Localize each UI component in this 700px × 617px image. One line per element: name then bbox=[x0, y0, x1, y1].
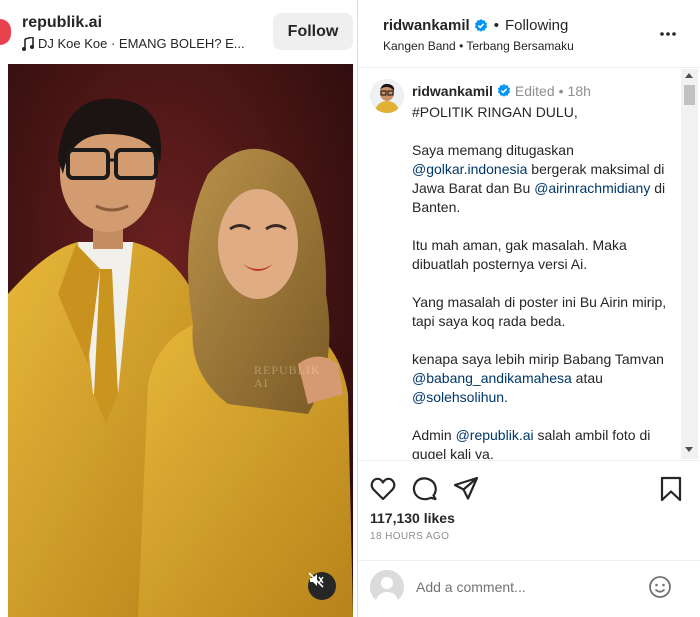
media-username[interactable]: republik.ai bbox=[22, 14, 102, 32]
mention-golkar[interactable]: @golkar.indonesia bbox=[412, 161, 527, 177]
music-title: DJ Koe Koe · EMANG BOLEH? E... bbox=[38, 36, 245, 51]
bookmark-icon[interactable] bbox=[658, 476, 684, 502]
scroll-up-arrow[interactable] bbox=[685, 73, 693, 78]
caption-text-span: Admin bbox=[412, 427, 452, 443]
audio-subtitle[interactable]: Kangen Band • Terbang Bersamaku bbox=[383, 39, 574, 53]
caption-text-span: Saya memang ditugaskan bbox=[412, 142, 574, 158]
post-media-panel: republik.ai DJ Koe Koe · EMANG BOLEH? E.… bbox=[0, 0, 357, 617]
verified-icon bbox=[474, 18, 487, 32]
post-image[interactable]: REPUBLIK AI bbox=[8, 64, 353, 617]
caption-para-2: Saya memang ditugaskan @golkar.indonesia… bbox=[412, 141, 682, 217]
comment-input[interactable] bbox=[416, 576, 636, 598]
author-avatar-image bbox=[370, 79, 404, 113]
caption-para-3: Itu mah aman, gak masalah. Maka dibuatla… bbox=[412, 237, 627, 272]
caption-scrollbar[interactable] bbox=[681, 69, 698, 459]
likes-count[interactable]: 117,130 likes bbox=[370, 510, 455, 526]
following-button[interactable]: Following bbox=[505, 17, 568, 34]
caption-text-span: . bbox=[504, 389, 508, 405]
music-note-icon bbox=[22, 36, 34, 51]
caption-time[interactable]: 18h bbox=[568, 83, 591, 99]
watermark-line-2: AI bbox=[254, 376, 269, 390]
republik-avatar[interactable] bbox=[0, 19, 11, 45]
edited-label: Edited bbox=[514, 83, 555, 99]
caption-username[interactable]: ridwankamil bbox=[412, 83, 493, 99]
mention-republik[interactable]: @republik.ai bbox=[456, 427, 534, 443]
caption-para-5: kenapa saya lebih mirip Babang Tamvan @b… bbox=[412, 350, 682, 407]
caption-para-4: Yang masalah di poster ini Bu Airin miri… bbox=[412, 294, 667, 329]
scroll-thumb[interactable] bbox=[684, 85, 695, 105]
caption-text-span: atau bbox=[575, 370, 603, 386]
caption-para-6: Admin @republik.ai salah ambil foto di g… bbox=[412, 426, 682, 459]
caption-text: #POLITIK RINGAN DULU, Saya memang dituga… bbox=[412, 103, 682, 459]
mention-airin[interactable]: @airinrachmidiany bbox=[534, 180, 650, 196]
media-header: republik.ai DJ Koe Koe · EMANG BOLEH? E.… bbox=[0, 0, 357, 64]
post-time-ago[interactable]: 18 HOURS AGO bbox=[370, 531, 449, 542]
author-username[interactable]: ridwankamil bbox=[383, 17, 470, 34]
header-dot: • bbox=[493, 17, 499, 34]
caption-text-span: kenapa saya lebih mirip Babang Tamvan bbox=[412, 351, 664, 367]
follow-button[interactable]: Follow bbox=[273, 13, 353, 50]
scroll-down-arrow[interactable] bbox=[685, 447, 693, 452]
post-author-header: ridwankamil • Following Kangen Band • Te… bbox=[358, 0, 700, 68]
heart-icon[interactable] bbox=[370, 476, 396, 502]
emoji-icon[interactable] bbox=[648, 575, 672, 599]
caption-header: ridwankamil Edited • 18h bbox=[412, 83, 591, 99]
music-info[interactable]: DJ Koe Koe · EMANG BOLEH? E... bbox=[22, 36, 264, 51]
author-avatar[interactable] bbox=[370, 79, 404, 113]
image-watermark: REPUBLIK AI bbox=[254, 364, 320, 390]
more-icon[interactable] bbox=[658, 26, 678, 42]
default-avatar-icon bbox=[370, 570, 404, 604]
author-row: ridwankamil • Following bbox=[383, 17, 568, 34]
mute-icon bbox=[308, 572, 324, 588]
caption-dot: • bbox=[558, 83, 564, 99]
verified-icon bbox=[497, 84, 511, 97]
comment-composer bbox=[358, 560, 700, 617]
share-icon[interactable] bbox=[453, 476, 479, 502]
comment-icon[interactable] bbox=[412, 476, 438, 502]
post-actions: 117,130 likes 18 HOURS AGO bbox=[358, 460, 700, 560]
mention-soleh[interactable]: @solehsolihun bbox=[412, 389, 504, 405]
ai-poster-illustration bbox=[8, 64, 353, 617]
current-user-avatar bbox=[370, 570, 404, 604]
caption-para-1: #POLITIK RINGAN DULU, bbox=[412, 104, 578, 120]
mute-button[interactable] bbox=[308, 572, 336, 600]
mention-babang[interactable]: @babang_andikamahesa bbox=[412, 370, 572, 386]
caption-section: ridwankamil Edited • 18h #POLITIK RINGAN… bbox=[358, 69, 700, 459]
